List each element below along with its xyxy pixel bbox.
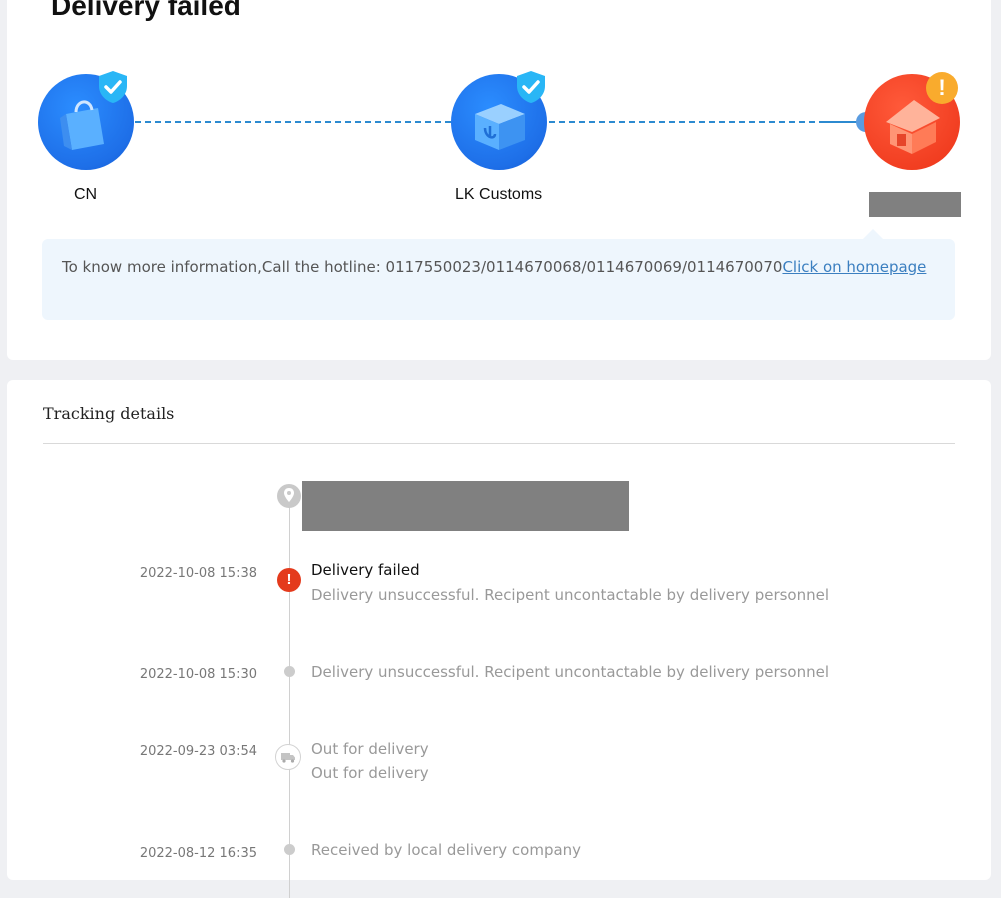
divider xyxy=(43,443,955,444)
homepage-link[interactable]: Click on homepage xyxy=(782,258,926,276)
truck-icon xyxy=(275,744,301,770)
progress-connector xyxy=(135,121,451,123)
delivery-status-card: Delivery failed CN LK Customs ! To know … xyxy=(7,0,991,360)
event-description: Received by local delivery company xyxy=(311,841,582,859)
section-title: Tracking details xyxy=(43,404,175,423)
event-time: 2022-08-12 16:35 xyxy=(139,846,257,861)
dot-icon xyxy=(284,844,295,855)
event-description: Out for delivery xyxy=(311,764,429,782)
location-pin-icon xyxy=(277,484,301,508)
event-time: 2022-10-08 15:30 xyxy=(139,667,257,682)
verified-shield-icon xyxy=(99,71,127,103)
dot-icon xyxy=(284,666,295,677)
page-title: Delivery failed xyxy=(51,0,241,21)
event-description: Out for delivery xyxy=(311,740,429,758)
hotline-info-text: To know more information,Call the hotlin… xyxy=(62,258,783,276)
redacted-destination-label xyxy=(869,192,961,217)
timeline-line xyxy=(289,508,290,898)
event-time: 2022-09-23 03:54 xyxy=(139,744,257,759)
tracking-details-card: Tracking details 2022-10-08 15:38 ! Deli… xyxy=(7,380,991,898)
info-box-pointer xyxy=(863,229,883,239)
event-description: Delivery unsuccessful. Recipent uncontac… xyxy=(311,663,830,681)
event-time: 2022-10-08 15:38 xyxy=(139,566,257,581)
event-status: Delivery failed xyxy=(311,561,420,579)
verified-shield-icon xyxy=(517,71,545,103)
step-customs-label: LK Customs xyxy=(455,186,543,203)
event-description: Delivery unsuccessful. Recipent uncontac… xyxy=(311,586,830,604)
step-origin-label: CN xyxy=(74,186,98,203)
redacted-address xyxy=(302,481,629,531)
warning-icon: ! xyxy=(926,72,958,104)
progress-connector xyxy=(549,121,825,123)
hotline-info-box: To know more information,Call the hotlin… xyxy=(42,239,955,320)
alert-icon: ! xyxy=(277,568,301,592)
